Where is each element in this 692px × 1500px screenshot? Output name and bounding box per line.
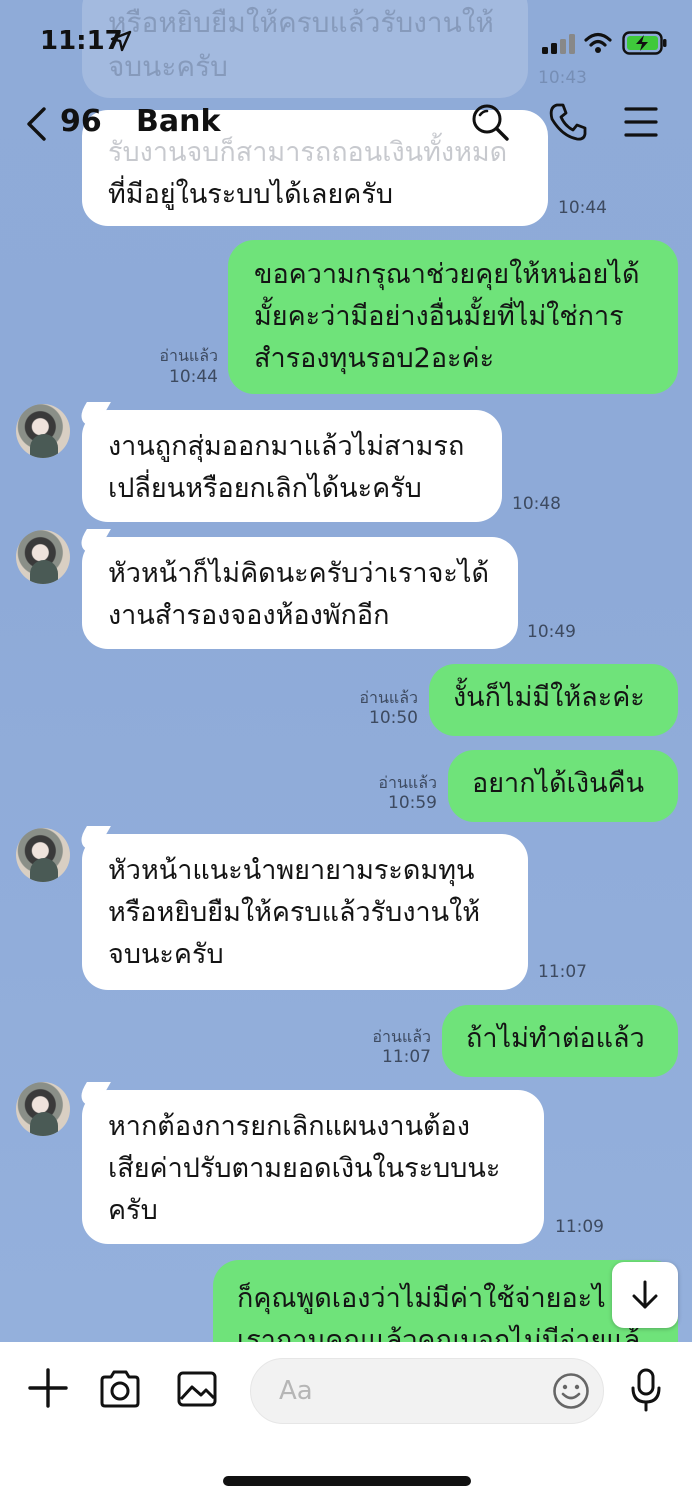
back-chevron-icon[interactable] <box>24 106 48 142</box>
message-time: 11:07 <box>538 962 587 982</box>
menu-icon[interactable] <box>624 106 658 138</box>
avatar[interactable] <box>16 404 70 458</box>
composer-toolbar: Aa <box>0 1342 692 1442</box>
emoji-icon[interactable] <box>552 1372 590 1410</box>
scroll-to-bottom-button[interactable] <box>612 1262 678 1328</box>
chat-title[interactable]: Bank <box>136 104 220 139</box>
message-bubble-outgoing[interactable]: ถ้าไม่ทำต่อแล้ว <box>442 1005 678 1077</box>
arrow-down-icon <box>632 1280 658 1309</box>
camera-icon[interactable] <box>99 1370 141 1408</box>
message-bubble-outgoing[interactable]: อยากได้เงินคืน <box>448 750 678 822</box>
message-time: 10:50 <box>369 708 418 728</box>
message-time: 10:59 <box>388 793 437 813</box>
message-time: 10:49 <box>527 622 576 642</box>
image-icon[interactable] <box>177 1371 217 1407</box>
read-receipt: อ่านแล้ว <box>159 346 218 365</box>
home-indicator[interactable] <box>223 1476 471 1486</box>
chat-header: 96 Bank <box>0 92 692 156</box>
avatar[interactable] <box>16 530 70 584</box>
message-time: 10:44 <box>558 198 607 218</box>
avatar[interactable] <box>16 828 70 882</box>
message-time: 11:07 <box>382 1047 431 1067</box>
unread-count[interactable]: 96 <box>60 104 102 139</box>
message-time: 11:09 <box>555 1217 604 1237</box>
chat-area[interactable]: หรือหยิบยืมให้ครบแล้วรับงานให้ จบนะครับ … <box>0 0 692 1342</box>
message-bubble-incoming[interactable]: หากต้องการยกเลิกแผนงานต้อง เสียค่าปรับตา… <box>82 1090 544 1244</box>
message-time: 10:48 <box>512 494 561 514</box>
message-bubble-outgoing[interactable]: ขอความกรุณาช่วยคุยให้หน่อยได้ มั้ยคะว่าม… <box>228 240 678 394</box>
status-bar: 11:17 <box>0 0 692 86</box>
message-bubble-incoming[interactable]: หัวหน้าแนะนำพยายามระดมทุน หรือหยิบยืมให้… <box>82 834 528 990</box>
message-input[interactable]: Aa <box>250 1358 604 1424</box>
message-bubble-outgoing[interactable]: ก็คุณพูดเองว่าไม่มีค่าใช้จ่ายอะไ เราถามค… <box>213 1260 678 1342</box>
search-icon[interactable] <box>470 102 510 142</box>
avatar[interactable] <box>16 1082 70 1136</box>
message-bubble-outgoing[interactable]: งั้นก็ไม่มีให้ละค่ะ <box>429 664 678 736</box>
phone-icon[interactable] <box>548 102 588 142</box>
location-arrow-icon <box>110 30 132 52</box>
wifi-icon <box>584 32 612 53</box>
battery-charging-icon <box>622 31 667 55</box>
plus-icon[interactable] <box>28 1368 68 1408</box>
signal-icon <box>542 34 575 54</box>
message-bubble-incoming[interactable]: หัวหน้าก็ไม่คิดนะครับว่าเราจะได้ งานสำรอ… <box>82 537 518 649</box>
microphone-icon[interactable] <box>630 1368 662 1412</box>
message-bubble-incoming[interactable]: งานถูกสุ่มออกมาแล้วไม่สามรถ เปลี่ยนหรือย… <box>82 410 502 522</box>
message-text: ที่มีอยู่ในระบบได้เลยครับ <box>108 179 393 210</box>
message-time: 10:44 <box>169 367 218 387</box>
